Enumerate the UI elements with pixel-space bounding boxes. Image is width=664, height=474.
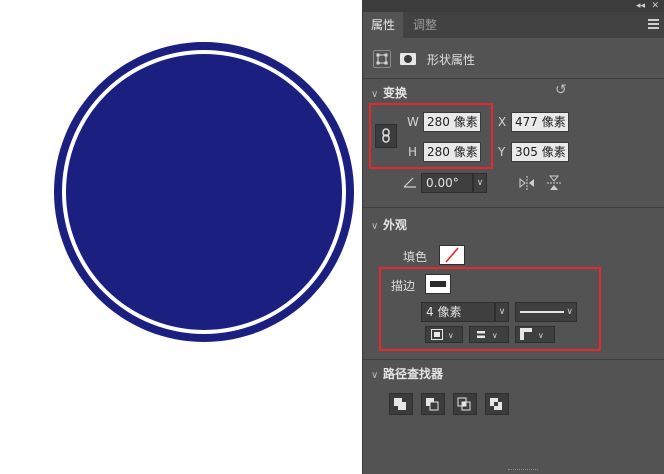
flip-vertical-icon[interactable]: [547, 175, 561, 194]
chevron-down-icon: ∨: [371, 370, 379, 381]
angle-input[interactable]: 0.00°: [421, 173, 473, 193]
height-input[interactable]: 280 像素: [423, 142, 481, 162]
x-label: X: [498, 115, 507, 129]
width-input[interactable]: 280 像素: [423, 112, 481, 132]
flip-horizontal-icon[interactable]: [519, 176, 535, 193]
appearance-section-title[interactable]: ∨ 外观: [371, 216, 407, 233]
stroke-width-input[interactable]: 4 像素: [421, 302, 495, 322]
divider: [363, 359, 664, 360]
panel-resize-grip[interactable]: [508, 469, 538, 472]
shape-properties-label: 形状属性: [427, 53, 476, 67]
shape-mask-icon[interactable]: [399, 50, 417, 68]
reset-transform-icon[interactable]: ↺: [555, 82, 567, 98]
panel-tab-bar: 属性 调整: [363, 12, 664, 38]
stroke-style-select[interactable]: ∨: [515, 302, 577, 322]
panel-menu-icon[interactable]: [648, 19, 659, 29]
properties-panel: ◂◂ ✕ 属性 调整 形状属性 ∨ 变换 ↺ W 280 像素 H 280 像素 …: [362, 0, 664, 474]
w-label: W: [407, 115, 419, 129]
x-position-input[interactable]: 477 像素: [511, 112, 569, 132]
exclude-button[interactable]: [485, 393, 509, 415]
stroke-cap-select[interactable]: ∨: [469, 326, 509, 343]
panel-top-strip: ◂◂ ✕: [363, 0, 664, 12]
fill-label: 填色: [403, 250, 428, 264]
y-position-input[interactable]: 305 像素: [511, 142, 569, 162]
tab-properties[interactable]: 属性: [363, 12, 404, 38]
stroke-swatch[interactable]: [425, 274, 451, 294]
stroke-join-select[interactable]: ∨: [515, 326, 555, 343]
stroke-label: 描边: [391, 279, 416, 293]
pathfinder-section-title[interactable]: ∨ 路径查找器: [371, 365, 443, 382]
chevron-down-icon: ∨: [371, 89, 379, 100]
tab-adjustments[interactable]: 调整: [405, 12, 445, 38]
angle-icon: [403, 176, 417, 191]
chevron-down-icon: ∨: [371, 221, 379, 232]
properties-header: 形状属性: [363, 38, 664, 78]
minus-front-button[interactable]: [421, 393, 445, 415]
collapse-panel-icon[interactable]: ◂◂: [636, 0, 645, 12]
divider: [363, 207, 664, 208]
circle-shape[interactable]: [54, 42, 354, 342]
close-panel-icon[interactable]: ✕: [651, 0, 659, 12]
y-label: Y: [498, 145, 506, 159]
h-label: H: [408, 145, 418, 159]
stroke-align-select[interactable]: ∨: [425, 326, 463, 343]
link-proportions-icon[interactable]: [375, 124, 397, 148]
transform-section-title[interactable]: ∨ 变换: [371, 84, 407, 101]
stroke-width-chevron-icon[interactable]: ∨: [495, 302, 509, 322]
intersect-button[interactable]: [453, 393, 477, 415]
divider: [363, 78, 664, 79]
unite-button[interactable]: [389, 393, 413, 415]
shape-bounds-icon[interactable]: [373, 50, 391, 68]
canvas-area[interactable]: [0, 0, 362, 474]
fill-swatch-none[interactable]: [439, 245, 465, 265]
angle-dropdown-chevron-icon[interactable]: ∨: [473, 173, 487, 193]
